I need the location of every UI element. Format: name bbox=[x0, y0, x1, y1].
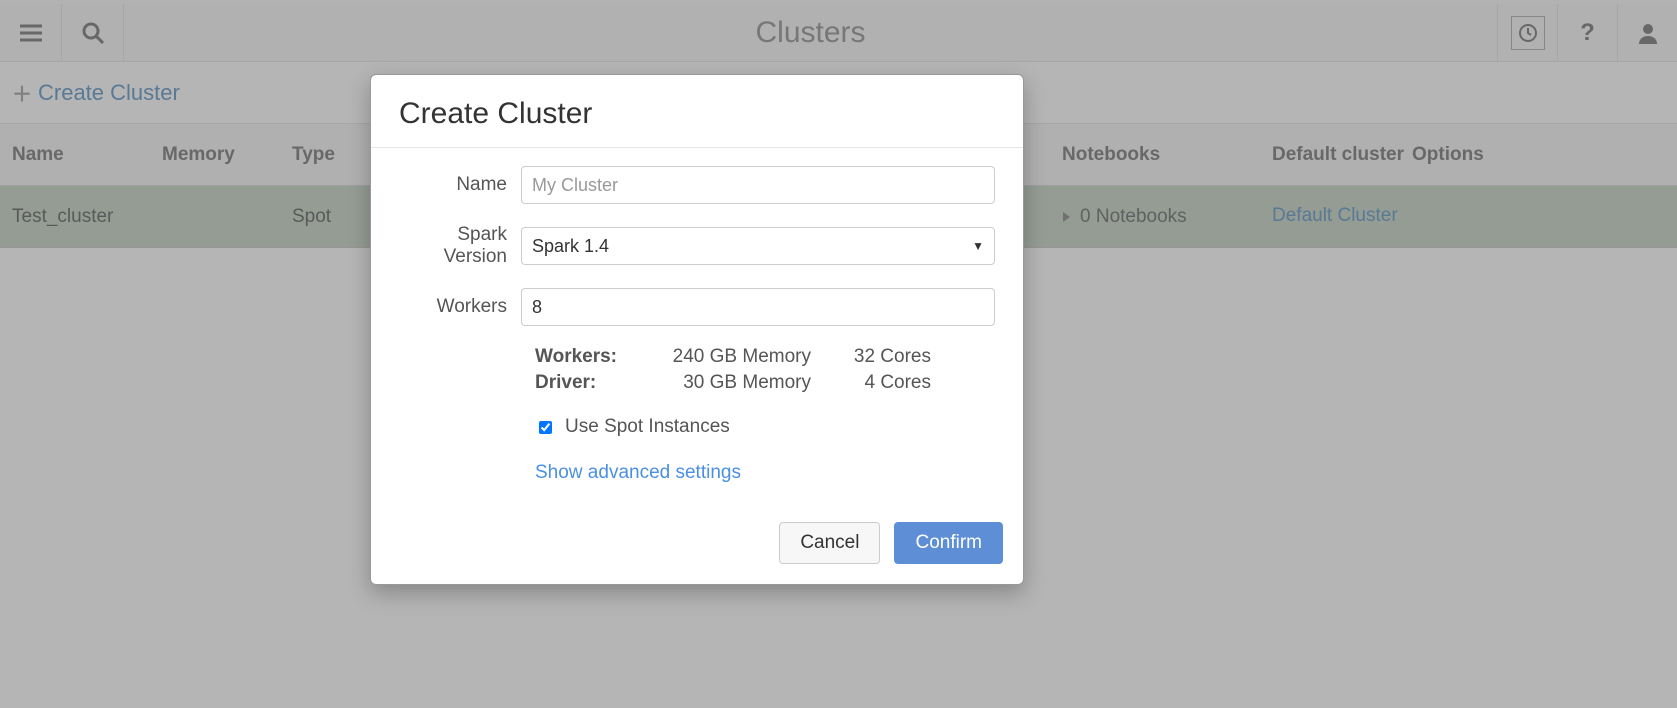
workers-input[interactable] bbox=[521, 288, 995, 326]
spark-version-value: Spark 1.4 bbox=[532, 236, 609, 257]
stat-workers-label: Workers: bbox=[535, 346, 651, 368]
modal-title: Create Cluster bbox=[371, 75, 1023, 148]
label-spark: Spark Version bbox=[399, 224, 521, 268]
spot-instances-checkbox[interactable] bbox=[539, 421, 552, 434]
chevron-down-icon: ▼ bbox=[972, 239, 984, 253]
confirm-button[interactable]: Confirm bbox=[894, 522, 1003, 564]
label-name: Name bbox=[399, 174, 521, 196]
stat-driver-label: Driver: bbox=[535, 372, 651, 394]
stat-driver-memory: 30 GB Memory bbox=[651, 372, 811, 394]
create-cluster-modal: Create Cluster Name Spark Version Spark … bbox=[370, 74, 1024, 585]
name-input[interactable] bbox=[521, 166, 995, 204]
stat-workers-cores: 32 Cores bbox=[811, 346, 931, 368]
cancel-button[interactable]: Cancel bbox=[779, 522, 880, 564]
advanced-settings-link[interactable]: Show advanced settings bbox=[535, 462, 995, 484]
spot-instances-label: Use Spot Instances bbox=[565, 416, 730, 438]
stat-driver-cores: 4 Cores bbox=[811, 372, 931, 394]
label-workers: Workers bbox=[399, 296, 521, 318]
resource-stats: Workers: 240 GB Memory 32 Cores Driver: … bbox=[535, 346, 995, 394]
stat-workers-memory: 240 GB Memory bbox=[651, 346, 811, 368]
spark-version-select[interactable]: Spark 1.4 ▼ bbox=[521, 227, 995, 265]
